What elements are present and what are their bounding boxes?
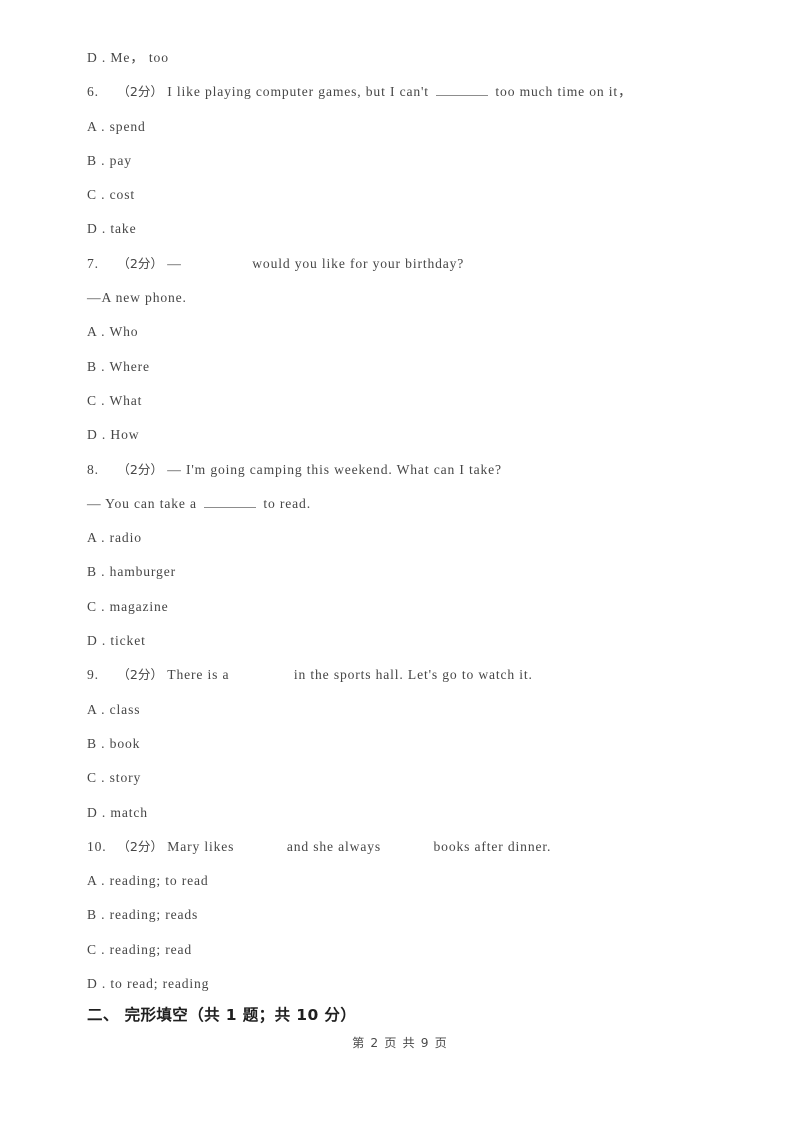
- option-label: D .: [87, 633, 107, 649]
- list-item: D . match: [87, 796, 717, 830]
- option-text: How: [110, 427, 140, 443]
- option-label: C .: [87, 392, 106, 408]
- answer-blank: [204, 497, 257, 508]
- option-label: B .: [87, 735, 106, 751]
- option-label: C .: [87, 598, 106, 614]
- question-stem: 9. （2分） There is a in the sports hall. L…: [87, 658, 717, 692]
- question-stem: 7. （2分） — would you like for your birthd…: [87, 247, 717, 281]
- option-text: Me， too: [110, 50, 169, 65]
- option-text: Where: [109, 358, 150, 374]
- question-number: 10.: [87, 838, 107, 854]
- list-item: D . ticket: [87, 624, 717, 658]
- option-label: C .: [87, 941, 106, 957]
- option-label: B .: [87, 152, 106, 168]
- list-item: A . radio: [87, 521, 717, 555]
- question-stem: 6. （2分） I like playing computer games, b…: [87, 75, 717, 109]
- option-label: D .: [87, 427, 107, 443]
- answer-line-text: —A new phone.: [87, 290, 187, 306]
- option-label: D .: [87, 976, 107, 992]
- list-item: A . class: [87, 693, 717, 727]
- question-number: 7.: [87, 255, 99, 271]
- question-stem-text-after: books after dinner.: [433, 838, 552, 854]
- option-label: C .: [87, 770, 106, 786]
- list-item: C . story: [87, 761, 717, 795]
- list-item: C . cost: [87, 178, 717, 212]
- question-stem-text-after: would you like for your birthday?: [252, 255, 465, 271]
- question-number: 9.: [87, 667, 99, 683]
- question-stem: 8. （2分） — I'm going camping this weekend…: [87, 453, 717, 487]
- list-item: B . hamburger: [87, 555, 717, 589]
- page-footer: 第 2 页 共 9 页: [352, 1036, 448, 1050]
- reply-text-after: to read.: [263, 495, 311, 511]
- option-text: to read; reading: [110, 976, 210, 992]
- option-text: class: [109, 701, 141, 717]
- list-item: B . book: [87, 727, 717, 761]
- question-stem-text-middle: and she always: [286, 838, 382, 854]
- question-marks: （2分）: [117, 461, 164, 477]
- list-item: B . pay: [87, 144, 717, 178]
- option-label: A .: [87, 530, 106, 546]
- option-text: pay: [109, 152, 132, 168]
- question-stem-text: There is a: [167, 667, 230, 683]
- question-marks: （2分）: [117, 838, 164, 854]
- option-label: A .: [87, 324, 106, 340]
- option-text: hamburger: [109, 564, 176, 580]
- option-text: spend: [109, 118, 146, 134]
- question-number: 6.: [87, 84, 99, 100]
- option-label: A .: [87, 873, 106, 889]
- question-marks: （2分）: [117, 84, 164, 100]
- question-stem-text: — I'm going camping this weekend. What c…: [167, 461, 502, 477]
- list-item: C . reading; read: [87, 933, 717, 967]
- option-text: radio: [109, 530, 142, 546]
- option-text: reading; to read: [109, 873, 209, 889]
- list-item: A . spend: [87, 110, 717, 144]
- option-label: A .: [87, 701, 106, 717]
- option-text: reading; read: [109, 941, 193, 957]
- option-label: B .: [87, 358, 106, 374]
- list-item: B . Where: [87, 350, 717, 384]
- list-item: A . reading; to read: [87, 864, 717, 898]
- list-item: D . Me， too: [87, 41, 717, 75]
- question-stem-text-after: too much time on it，: [495, 84, 633, 100]
- option-label: B .: [87, 907, 106, 923]
- list-item: C . magazine: [87, 590, 717, 624]
- option-text: book: [109, 735, 141, 751]
- exam-content: D . Me， too 6. （2分） I like playing compu…: [87, 41, 717, 1001]
- option-label: B .: [87, 564, 106, 580]
- option-text: Who: [109, 324, 139, 340]
- option-label: C .: [87, 187, 106, 203]
- question-stem-text-after: in the sports hall. Let's go to watch it…: [293, 667, 533, 683]
- list-item: D . How: [87, 418, 717, 452]
- list-item: A . Who: [87, 315, 717, 349]
- question-marks: （2分）: [117, 255, 164, 271]
- option-label: D .: [87, 50, 107, 65]
- list-item: D . take: [87, 212, 717, 246]
- option-text: cost: [109, 187, 135, 203]
- question-stem-text: Mary likes: [167, 838, 235, 854]
- question-stem-text: I like playing computer games, but I can…: [167, 84, 429, 100]
- option-text: reading; reads: [109, 907, 199, 923]
- option-label: D .: [87, 804, 107, 820]
- list-item: D . to read; reading: [87, 967, 717, 1001]
- question-stem-text: —: [167, 255, 182, 271]
- reply-text-before: — You can take a: [87, 495, 197, 511]
- question-stem: 10. （2分） Mary likes and she always books…: [87, 830, 717, 864]
- question-number: 8.: [87, 461, 99, 477]
- list-item: B . reading; reads: [87, 898, 717, 932]
- option-text: take: [110, 221, 137, 237]
- question-reply-line: — You can take a to read.: [87, 487, 717, 521]
- option-label: D .: [87, 221, 107, 237]
- section-heading: 二、 完形填空（共 1 题；共 10 分）: [87, 1006, 357, 1024]
- option-text: magazine: [109, 598, 169, 614]
- answer-blank: [436, 86, 489, 97]
- question-answer-line: —A new phone.: [87, 281, 717, 315]
- option-text: What: [109, 392, 143, 408]
- option-text: story: [109, 770, 142, 786]
- question-marks: （2分）: [117, 667, 164, 683]
- list-item: C . What: [87, 384, 717, 418]
- document-page: D . Me， too 6. （2分） I like playing compu…: [0, 0, 800, 1132]
- option-text: ticket: [110, 633, 146, 649]
- option-text: match: [110, 804, 148, 820]
- option-label: A .: [87, 118, 106, 134]
